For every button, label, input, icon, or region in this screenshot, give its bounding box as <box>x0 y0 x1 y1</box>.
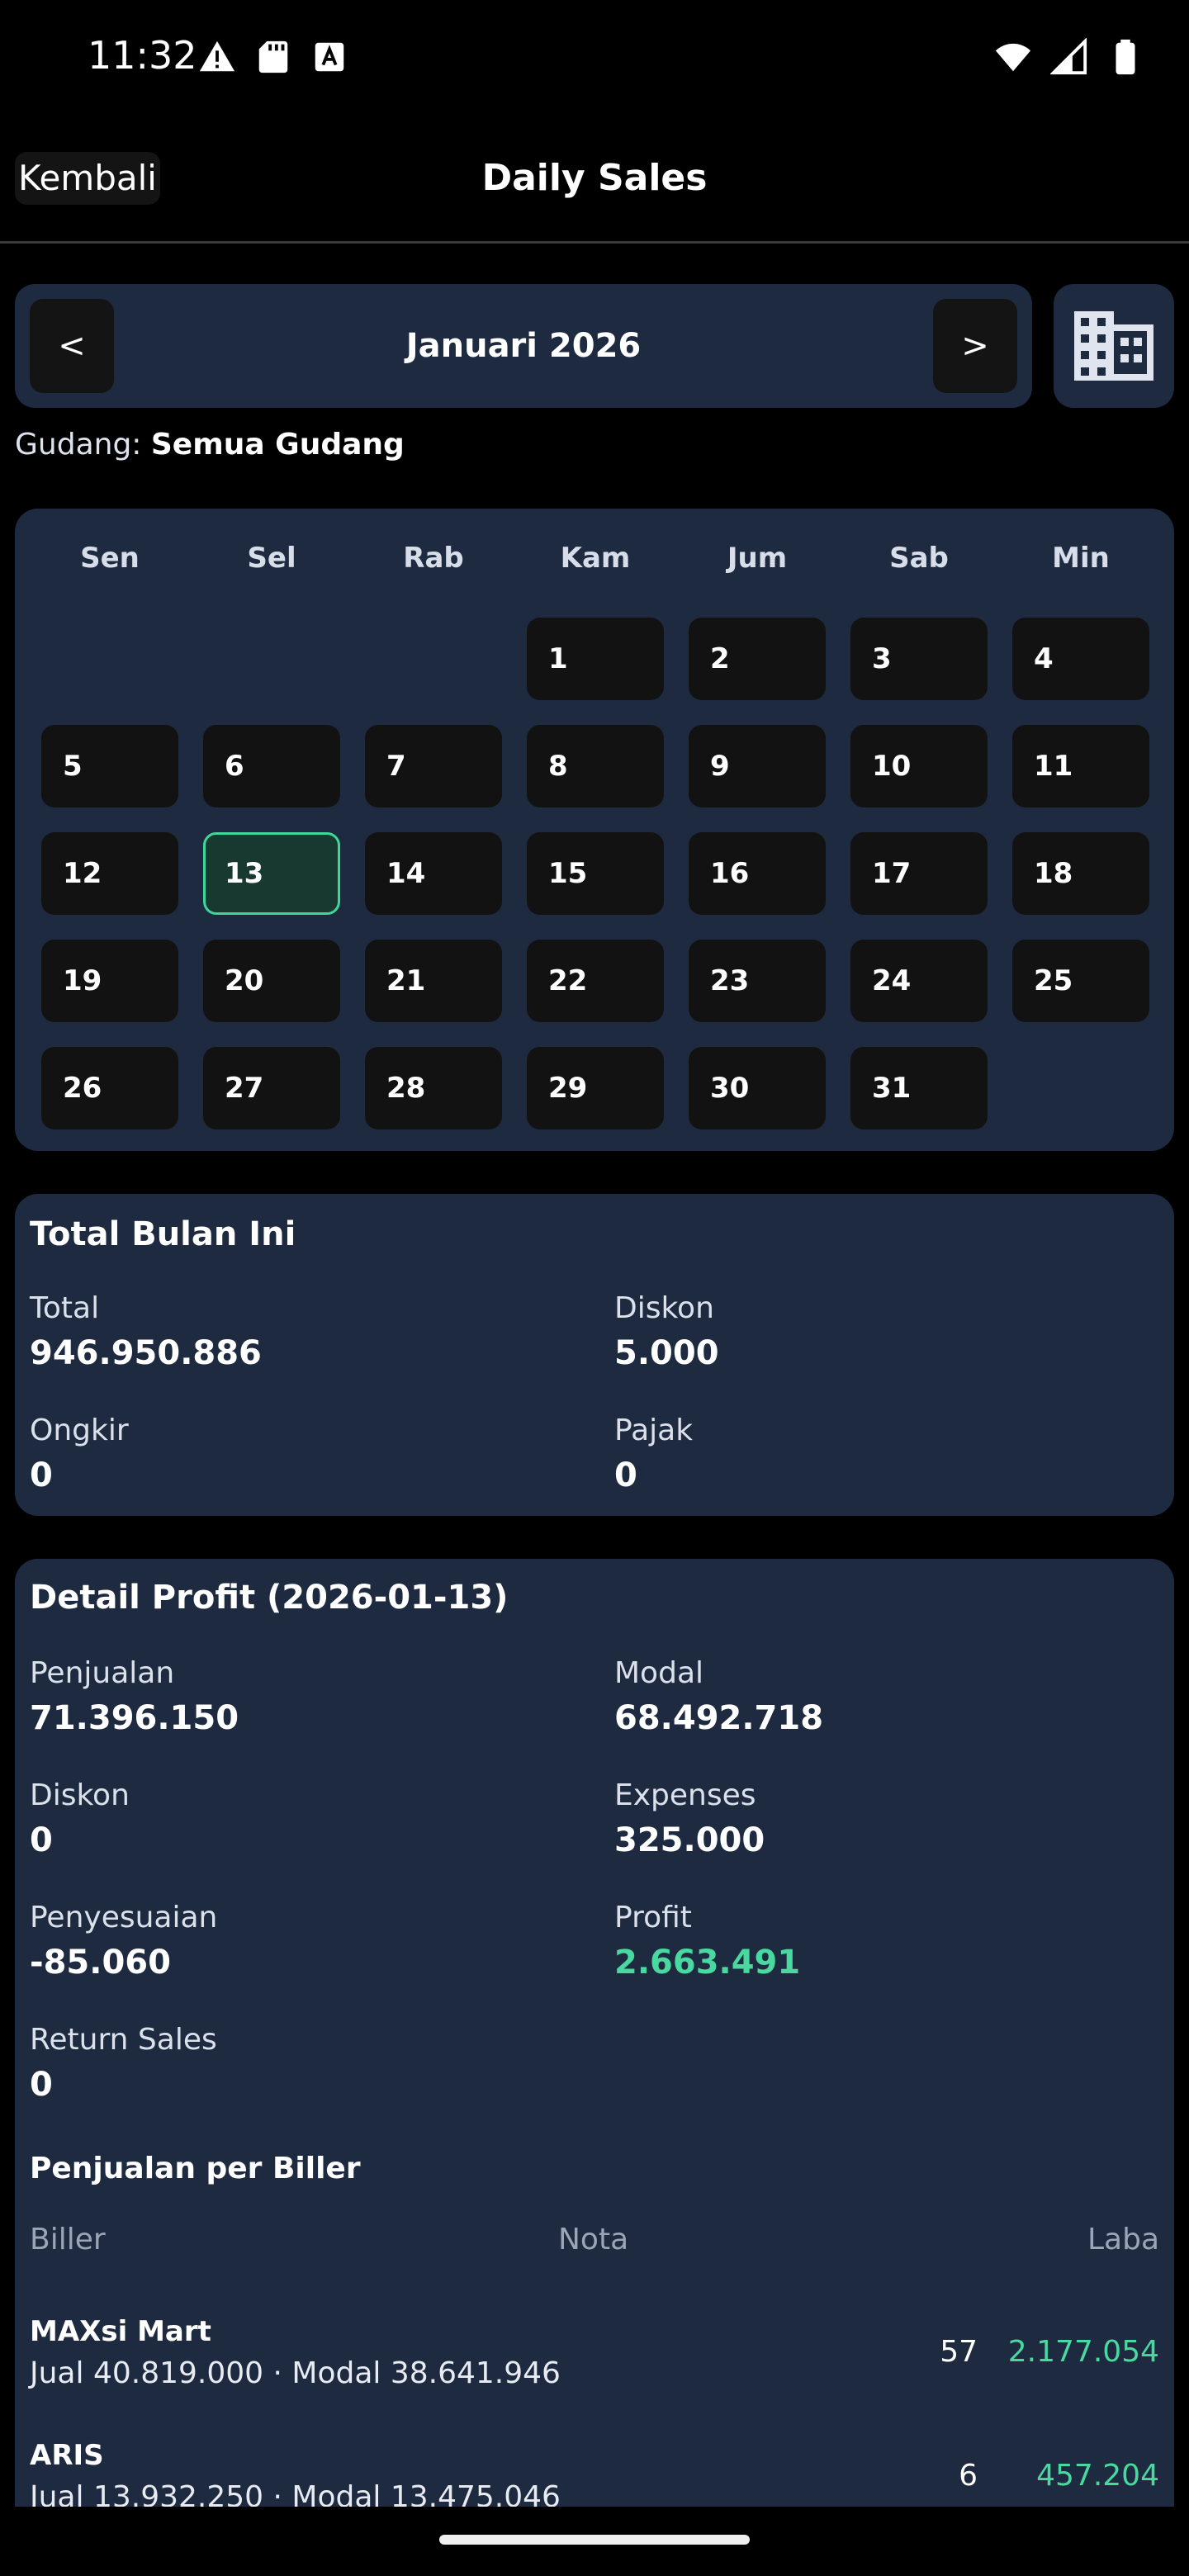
weekday-label: Rab <box>403 542 464 575</box>
weekday-label: Sab <box>889 542 949 575</box>
calendar-day[interactable]: 4 <box>1012 618 1149 700</box>
biller-row-name: ARIS <box>30 2439 104 2472</box>
battery-icon <box>1116 39 1135 75</box>
calendar-day[interactable]: 19 <box>41 940 178 1022</box>
sales-label: Penjualan <box>30 1656 175 1690</box>
capital-label: Modal <box>614 1656 703 1690</box>
tax-label: Pajak <box>614 1413 694 1447</box>
tax-value: 0 <box>614 1456 637 1494</box>
month-total-card: Total Bulan Ini Total 946.950.886 Diskon… <box>15 1194 1174 1516</box>
building-icon <box>1074 311 1153 381</box>
calendar-day[interactable]: 12 <box>41 832 178 915</box>
capital-value: 68.492.718 <box>614 1699 824 1737</box>
calendar-day[interactable]: 28 <box>365 1047 502 1129</box>
calendar-day[interactable]: 8 <box>527 725 664 807</box>
shipping-value: 0 <box>30 1456 53 1494</box>
profit-discount-value: 0 <box>30 1821 53 1859</box>
calendar-day[interactable]: 25 <box>1012 940 1149 1022</box>
profit-discount-label: Diskon <box>30 1778 130 1812</box>
calendar-day[interactable]: 9 <box>689 725 826 807</box>
biller-row-name: MAXsi Mart <box>30 2315 211 2348</box>
calendar-day[interactable]: 6 <box>203 725 340 807</box>
shipping-label: Ongkir <box>30 1413 129 1447</box>
calendar-day[interactable]: 21 <box>365 940 502 1022</box>
header-divider <box>0 241 1189 244</box>
calendar-day[interactable]: 16 <box>689 832 826 915</box>
calendar-day[interactable]: 2 <box>689 618 826 700</box>
status-bar: 11:32 <box>0 0 1189 116</box>
calendar-day-selected[interactable]: 13 <box>203 832 340 915</box>
return-sales-value: 0 <box>30 2066 53 2104</box>
laba-col-header: Laba <box>1087 2223 1159 2256</box>
discount-label: Diskon <box>614 1291 714 1325</box>
keyboard-a-icon <box>315 42 344 72</box>
calendar-day[interactable]: 29 <box>527 1047 664 1129</box>
warehouse-label: Gudang: <box>15 428 142 462</box>
adjustment-value: -85.060 <box>30 1944 171 1982</box>
discount-value: 5.000 <box>614 1334 719 1372</box>
sales-value: 71.396.150 <box>30 1699 239 1737</box>
calendar-day[interactable]: 24 <box>850 940 988 1022</box>
calendar-day[interactable]: 18 <box>1012 832 1149 915</box>
calendar-day[interactable]: 5 <box>41 725 178 807</box>
calendar-day[interactable]: 11 <box>1012 725 1149 807</box>
weekday-label: Kam <box>560 542 631 575</box>
calendar-day[interactable]: 31 <box>850 1047 988 1129</box>
wifi-icon <box>995 43 1031 72</box>
alert-icon <box>199 40 235 72</box>
warehouse-value: Semua Gudang <box>150 428 405 462</box>
month-total-title: Total Bulan Ini <box>30 1215 296 1253</box>
calendar-day[interactable]: 10 <box>850 725 988 807</box>
profit-detail-title: Detail Profit (2026-01-13) <box>30 1579 509 1617</box>
weekday-header: Sen Sel Rab Kam Jum Sab Min <box>41 542 1148 583</box>
calendar-day[interactable]: 30 <box>689 1047 826 1129</box>
weekday-label: Sel <box>247 542 296 575</box>
biller-col-header: Biller <box>30 2223 106 2256</box>
profit-label: Profit <box>614 1901 692 1934</box>
biller-section-title: Penjualan per Biller <box>30 2152 361 2185</box>
calendar-day[interactable]: 26 <box>41 1047 178 1129</box>
total-value: 946.950.886 <box>30 1334 262 1372</box>
biller-row-laba: 457.204 <box>1036 2459 1159 2493</box>
warehouse-button[interactable] <box>1054 284 1174 408</box>
return-sales-label: Return Sales <box>30 2023 217 2057</box>
calendar-day[interactable]: 22 <box>527 940 664 1022</box>
calendar-day[interactable]: 3 <box>850 618 988 700</box>
weekday-label: Sen <box>80 542 140 575</box>
calendar-day[interactable]: 23 <box>689 940 826 1022</box>
expenses-value: 325.000 <box>614 1821 765 1859</box>
sd-card-icon <box>258 40 288 73</box>
calendar: Sen Sel Rab Kam Jum Sab Min 1 2 3 4 5 6 7 8 9 10 11 12 13 1… <box>15 509 1174 1151</box>
calendar-day[interactable]: 7 <box>365 725 502 807</box>
nota-col-header: Nota <box>558 2223 629 2256</box>
warehouse-filter: Gudang: Semua Gudang <box>15 428 405 462</box>
biller-row-laba: 2.177.054 <box>1007 2335 1159 2369</box>
month-label: Januari 2026 <box>405 327 642 365</box>
weekday-label: Jum <box>727 542 788 575</box>
page-title: Daily Sales <box>481 157 708 199</box>
home-indicator[interactable] <box>439 2535 750 2545</box>
calendar-day[interactable]: 27 <box>203 1047 340 1129</box>
profit-value: 2.663.491 <box>614 1944 801 1982</box>
weekday-label: Min <box>1052 542 1110 575</box>
calendar-day[interactable]: 15 <box>527 832 664 915</box>
expenses-label: Expenses <box>614 1778 756 1812</box>
month-navigator: < Januari 2026 > <box>15 284 1032 408</box>
biller-row-detail: Jual 40.819.000 · Modal 38.641.946 <box>30 2356 561 2390</box>
calendar-day[interactable]: 1 <box>527 618 664 700</box>
calendar-day[interactable]: 20 <box>203 940 340 1022</box>
adjustment-label: Penyesuaian <box>30 1901 218 1934</box>
next-month-button[interactable]: > <box>933 299 1017 393</box>
calendar-day[interactable]: 17 <box>850 832 988 915</box>
status-time: 11:32 <box>88 33 197 78</box>
profit-detail-card: Detail Profit (2026-01-13) Penjualan 71.… <box>15 1559 1174 2514</box>
total-label: Total <box>30 1291 100 1325</box>
app-header: Kembali Daily Sales <box>0 140 1189 241</box>
cell-signal-icon <box>1050 38 1087 75</box>
calendar-day[interactable]: 14 <box>365 832 502 915</box>
